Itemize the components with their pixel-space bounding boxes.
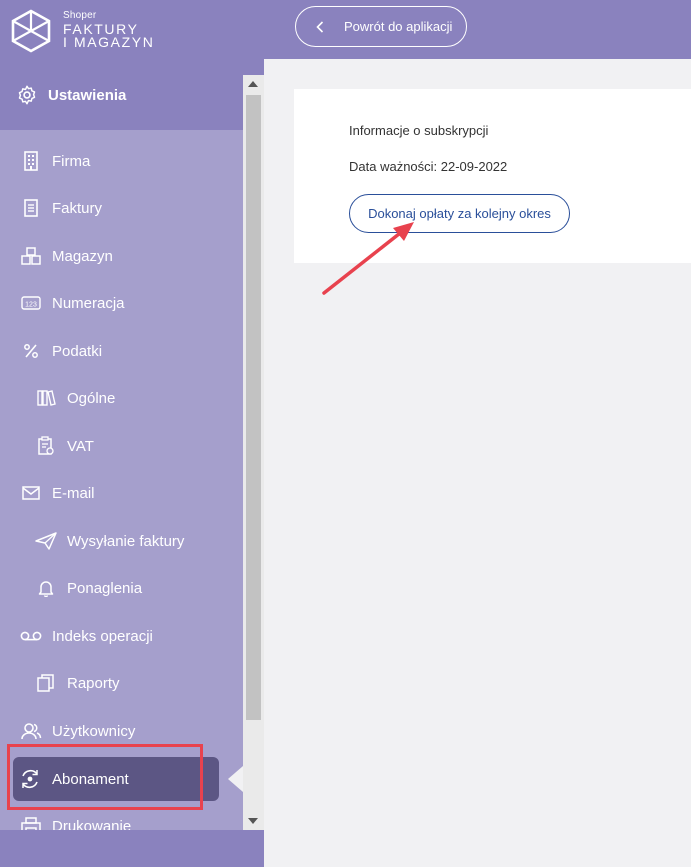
menu-label: Wysyłanie faktury (67, 532, 185, 550)
svg-text:123: 123 (25, 302, 37, 309)
brand-header: Shoper FAKTURY I MAGAZYN (0, 0, 264, 60)
menu-label: Numeracja (52, 294, 125, 312)
menu-item-vat[interactable]: VAT (0, 422, 243, 470)
menu-item-ponaglenia[interactable]: Ponaglenia (0, 564, 243, 612)
menu-label: Ponaglenia (67, 579, 143, 597)
users-icon (20, 720, 42, 742)
invoice-icon (20, 197, 42, 219)
scroll-thumb[interactable] (246, 95, 261, 720)
settings-label: Ustawienia (48, 86, 127, 104)
printer-icon (20, 815, 42, 830)
menu-item-ogolne[interactable]: Ogólne (0, 374, 243, 422)
envelope-icon (20, 482, 42, 504)
active-pointer-caret (228, 766, 243, 792)
annotation-highlight-box (7, 744, 203, 810)
bell-icon (35, 577, 57, 599)
settings-menu: Firma Faktury Magazyn 123 Numeracja Poda… (0, 130, 243, 830)
scroll-down-icon[interactable] (248, 818, 258, 824)
voicemail-icon (20, 625, 42, 647)
paper-plane-icon (35, 530, 57, 552)
menu-item-wysylanie-faktury[interactable]: Wysyłanie faktury (0, 517, 243, 565)
brand-line-2: I MAGAZYN (63, 34, 155, 50)
menu-item-email[interactable]: E-mail (0, 469, 243, 517)
menu-label: Magazyn (52, 247, 113, 265)
menu-label: Drukowanie (52, 817, 132, 831)
percent-icon (20, 340, 42, 362)
back-button-label: Powrót do aplikacji (344, 19, 453, 34)
menu-label: Faktury (52, 199, 103, 217)
menu-item-indeks-operacji[interactable]: Indeks operacji (0, 612, 243, 660)
hexagon-logo-icon (11, 9, 51, 53)
menu-item-numeracja[interactable]: 123 Numeracja (0, 279, 243, 327)
menu-label: E-mail (52, 484, 95, 502)
pay-next-period-button[interactable]: Dokonaj opłaty za kolejny okres (349, 194, 570, 233)
menu-label: Raporty (67, 674, 120, 692)
menu-item-magazyn[interactable]: Magazyn (0, 232, 243, 280)
menu-item-podatki[interactable]: Podatki (0, 327, 243, 375)
settings-header[interactable]: Ustawienia (0, 60, 264, 130)
menu-label: Użytkownicy (52, 722, 136, 740)
chevron-left-icon (316, 20, 326, 33)
books-icon (35, 387, 57, 409)
menu-label: Ogólne (67, 389, 116, 407)
menu-item-firma[interactable]: Firma (0, 137, 243, 185)
copy-icon (35, 672, 57, 694)
sidebar-footer (0, 830, 264, 867)
menu-item-faktury[interactable]: Faktury (0, 184, 243, 232)
numbering-icon: 123 (20, 292, 42, 314)
menu-label: Indeks operacji (52, 627, 153, 645)
building-icon (20, 150, 42, 172)
scroll-up-icon[interactable] (248, 81, 258, 87)
sidebar: Shoper FAKTURY I MAGAZYN Ustawienia Firm… (0, 0, 264, 867)
subscription-card (294, 89, 691, 263)
back-to-app-button[interactable]: Powrót do aplikacji (295, 6, 467, 47)
gear-icon (15, 83, 39, 107)
top-bar: Powrót do aplikacji (264, 0, 691, 59)
brand-small-label: Shoper (63, 10, 97, 21)
expiry-date: Data ważności: 22-09-2022 (349, 159, 508, 174)
boxes-icon (20, 245, 42, 267)
menu-label: VAT (67, 437, 94, 455)
sidebar-scrollbar[interactable] (243, 75, 264, 830)
menu-label: Podatki (52, 342, 103, 360)
menu-label: Firma (52, 152, 91, 170)
subscription-title: Informacje o subskrypcji (349, 123, 489, 138)
menu-item-raporty[interactable]: Raporty (0, 659, 243, 707)
clipboard-icon (35, 435, 57, 457)
